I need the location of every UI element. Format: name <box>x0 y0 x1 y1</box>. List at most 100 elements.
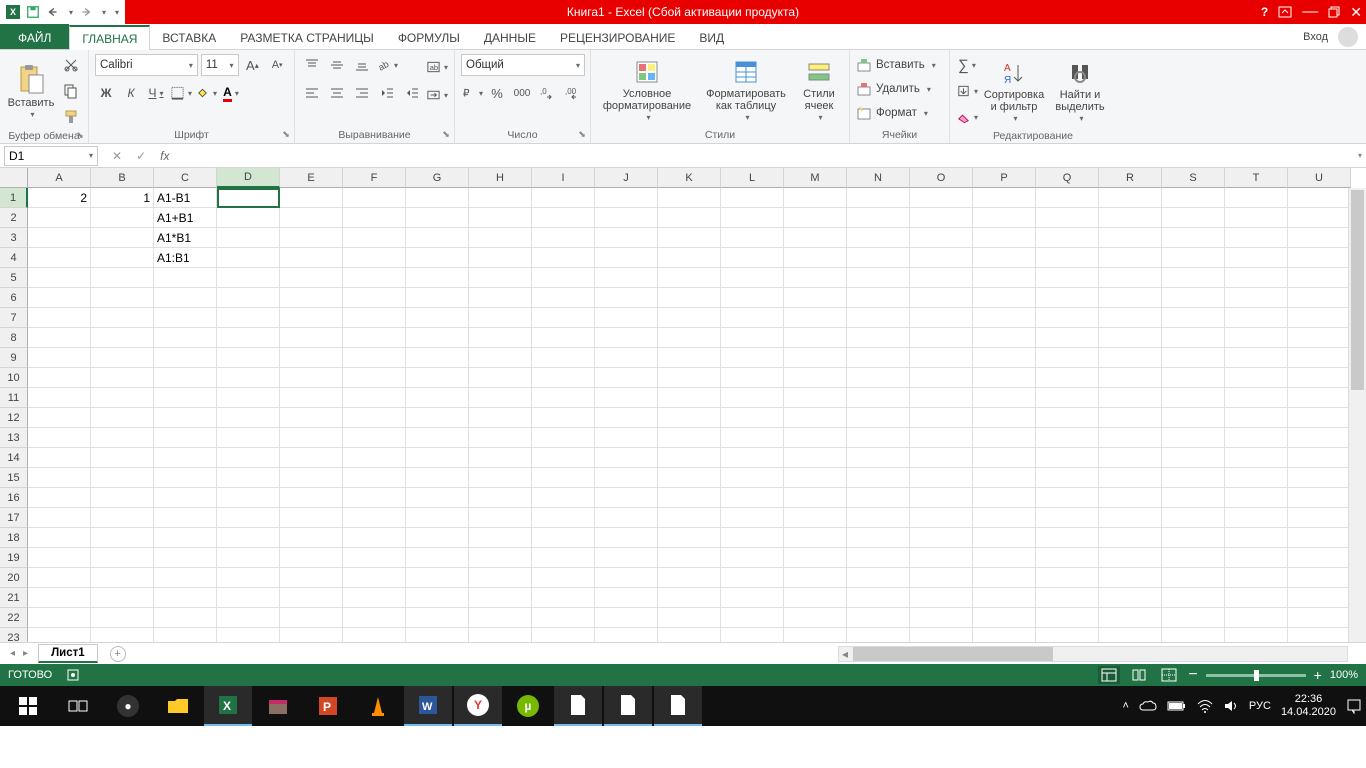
cell-R22[interactable] <box>1099 608 1162 628</box>
save-icon[interactable] <box>26 5 40 19</box>
row-header-19[interactable]: 19 <box>0 548 28 568</box>
cell-S2[interactable] <box>1162 208 1225 228</box>
cell-E4[interactable] <box>280 248 343 268</box>
cell-D22[interactable] <box>217 608 280 628</box>
cell-N4[interactable] <box>847 248 910 268</box>
cell-B1[interactable]: 1 <box>91 188 154 208</box>
col-header-R[interactable]: R <box>1099 168 1162 188</box>
cell-T22[interactable] <box>1225 608 1288 628</box>
cell-D10[interactable] <box>217 368 280 388</box>
cell-U22[interactable] <box>1288 608 1351 628</box>
cell-C1[interactable]: A1-B1 <box>154 188 217 208</box>
cell-G14[interactable] <box>406 448 469 468</box>
cell-C19[interactable] <box>154 548 217 568</box>
find-select-button[interactable]: Найти и выделить▾ <box>1050 59 1110 124</box>
cell-R19[interactable] <box>1099 548 1162 568</box>
volume-tray-icon[interactable] <box>1223 699 1239 713</box>
cell-U13[interactable] <box>1288 428 1351 448</box>
cell-F23[interactable] <box>343 628 406 642</box>
cell-Q13[interactable] <box>1036 428 1099 448</box>
cell-K20[interactable] <box>658 568 721 588</box>
clear-button[interactable]: ▾ <box>956 106 978 128</box>
cell-H23[interactable] <box>469 628 532 642</box>
fill-button[interactable]: ▾ <box>956 80 978 102</box>
cell-M13[interactable] <box>784 428 847 448</box>
cell-R11[interactable] <box>1099 388 1162 408</box>
cell-H22[interactable] <box>469 608 532 628</box>
cell-A17[interactable] <box>28 508 91 528</box>
sign-in-link[interactable]: Вход <box>1303 31 1328 43</box>
cell-Q22[interactable] <box>1036 608 1099 628</box>
col-header-L[interactable]: L <box>721 168 784 188</box>
col-header-H[interactable]: H <box>469 168 532 188</box>
autosum-button[interactable]: ∑▾ <box>956 54 978 76</box>
cell-M19[interactable] <box>784 548 847 568</box>
row-header-16[interactable]: 16 <box>0 488 28 508</box>
row-header-9[interactable]: 9 <box>0 348 28 368</box>
cell-Q17[interactable] <box>1036 508 1099 528</box>
cell-A6[interactable] <box>28 288 91 308</box>
cell-T4[interactable] <box>1225 248 1288 268</box>
cell-A4[interactable] <box>28 248 91 268</box>
cell-G9[interactable] <box>406 348 469 368</box>
cell-J20[interactable] <box>595 568 658 588</box>
cell-J18[interactable] <box>595 528 658 548</box>
row-header-10[interactable]: 10 <box>0 368 28 388</box>
cell-S12[interactable] <box>1162 408 1225 428</box>
fx-icon[interactable]: fx <box>160 149 169 163</box>
cell-O16[interactable] <box>910 488 973 508</box>
cell-C12[interactable] <box>154 408 217 428</box>
increase-decimal-icon[interactable]: ,0 <box>536 82 558 104</box>
cell-O21[interactable] <box>910 588 973 608</box>
cell-P4[interactable] <box>973 248 1036 268</box>
cell-E12[interactable] <box>280 408 343 428</box>
col-header-O[interactable]: O <box>910 168 973 188</box>
cell-K4[interactable] <box>658 248 721 268</box>
cell-T13[interactable] <box>1225 428 1288 448</box>
cell-M10[interactable] <box>784 368 847 388</box>
cell-G5[interactable] <box>406 268 469 288</box>
cell-D17[interactable] <box>217 508 280 528</box>
cell-U2[interactable] <box>1288 208 1351 228</box>
fill-color-button[interactable]: ▾ <box>195 82 217 104</box>
cell-T23[interactable] <box>1225 628 1288 642</box>
increase-indent-icon[interactable] <box>401 82 423 104</box>
cell-H19[interactable] <box>469 548 532 568</box>
cell-D14[interactable] <box>217 448 280 468</box>
cell-G12[interactable] <box>406 408 469 428</box>
cell-E5[interactable] <box>280 268 343 288</box>
taskbar-app-word[interactable]: W <box>404 686 452 726</box>
zoom-out-icon[interactable]: − <box>1188 666 1197 684</box>
cell-D20[interactable] <box>217 568 280 588</box>
cell-Q14[interactable] <box>1036 448 1099 468</box>
cancel-formula-icon[interactable]: ✕ <box>112 149 122 163</box>
cell-R18[interactable] <box>1099 528 1162 548</box>
cell-A21[interactable] <box>28 588 91 608</box>
cell-O17[interactable] <box>910 508 973 528</box>
cell-O1[interactable] <box>910 188 973 208</box>
col-header-J[interactable]: J <box>595 168 658 188</box>
row-header-8[interactable]: 8 <box>0 328 28 348</box>
tab-data[interactable]: ДАННЫЕ <box>472 24 548 49</box>
cell-P19[interactable] <box>973 548 1036 568</box>
sheet-nav-icons[interactable]: ◂▸ <box>0 648 38 659</box>
cell-J14[interactable] <box>595 448 658 468</box>
cell-B11[interactable] <box>91 388 154 408</box>
cell-R10[interactable] <box>1099 368 1162 388</box>
align-middle-icon[interactable] <box>326 54 348 76</box>
cell-L1[interactable] <box>721 188 784 208</box>
cell-L9[interactable] <box>721 348 784 368</box>
cell-L4[interactable] <box>721 248 784 268</box>
cell-S6[interactable] <box>1162 288 1225 308</box>
cell-J3[interactable] <box>595 228 658 248</box>
col-header-P[interactable]: P <box>973 168 1036 188</box>
cell-Q7[interactable] <box>1036 308 1099 328</box>
cell-N10[interactable] <box>847 368 910 388</box>
cell-B18[interactable] <box>91 528 154 548</box>
cell-O9[interactable] <box>910 348 973 368</box>
cell-O2[interactable] <box>910 208 973 228</box>
cell-E17[interactable] <box>280 508 343 528</box>
cell-H17[interactable] <box>469 508 532 528</box>
cell-I15[interactable] <box>532 468 595 488</box>
align-left-icon[interactable] <box>301 82 323 104</box>
